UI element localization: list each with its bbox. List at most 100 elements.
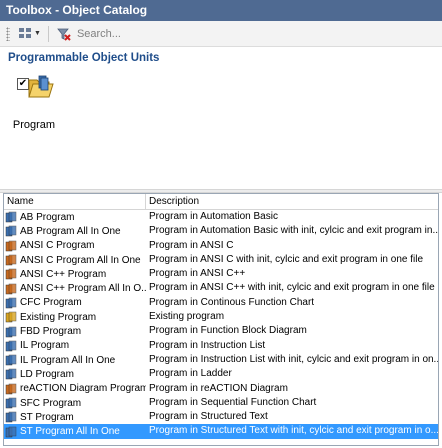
orange-program-icon	[5, 269, 17, 280]
table-row[interactable]: IL Program All In One Program in Instruct…	[4, 353, 438, 367]
cell-description: Program in ANSI C++	[149, 268, 246, 280]
cell-name: LD Program	[4, 367, 146, 381]
search-input[interactable]	[76, 24, 337, 43]
blue-program-icon	[5, 297, 17, 309]
cell-description: Program in ANSI C++ with init, cylcic an…	[149, 282, 435, 294]
table-row[interactable]: ST Program All In One Program in Structur…	[4, 424, 438, 439]
cell-description: Program in Structured Text	[149, 411, 268, 423]
program-list: Name Description AB Program Program in Au…	[3, 193, 439, 446]
chevron-down-icon: ▼	[34, 30, 41, 37]
table-row[interactable]: Existing Program Existing program	[4, 310, 438, 324]
toolbar: ▼	[0, 21, 442, 47]
row-name-label: CFC Program	[20, 297, 82, 309]
cell-description: Program in Automation Basic	[149, 211, 278, 222]
orange-program-icon	[5, 283, 17, 294]
table-row[interactable]: ANSI C Program All In One Program in ANSI…	[4, 253, 438, 267]
cell-name: ST Program All In One	[4, 424, 146, 438]
table-row[interactable]: AB Program All In One Program in Automati…	[4, 224, 438, 238]
toolbar-grip[interactable]	[6, 26, 10, 41]
row-name-label: FBD Program	[20, 326, 82, 338]
cell-name: ST Program	[4, 410, 146, 424]
table-row[interactable]: ST Program Program in Structured Text	[4, 410, 438, 424]
existing-program-icon	[5, 311, 17, 323]
cell-name: ANSI C++ Program All In O...	[4, 281, 146, 295]
view-mode-button[interactable]: ▼	[16, 24, 44, 44]
orange-program-icon	[5, 383, 17, 394]
row-name-label: reACTION Diagram Program	[20, 383, 146, 395]
clear-filter-icon	[57, 28, 71, 41]
row-name-label: SFC Program	[20, 397, 82, 409]
row-name-label: ANSI C Program	[20, 240, 95, 252]
cell-description: Program in Continous Function Chart	[149, 296, 315, 308]
cell-description: Program in Sequential Function Chart	[149, 396, 317, 408]
blue-program-icon	[5, 211, 17, 223]
row-name-label: ST Program All In One	[20, 426, 120, 438]
cell-name: AB Program All In One	[4, 224, 146, 238]
window-title: Toolbox - Object Catalog	[0, 0, 442, 21]
cell-description: Program in ANSI C	[149, 239, 234, 251]
row-name-label: LD Program	[20, 368, 74, 380]
cell-description: Program in Structured Text with init, cy…	[149, 425, 438, 437]
column-header-description[interactable]: Description	[146, 194, 438, 210]
cell-name: ANSI C++ Program	[4, 267, 146, 281]
object-catalog-panel: Programmable Object Units ✔ Program	[0, 47, 442, 189]
cell-description: Program in ANSI C with init, cylcic and …	[149, 253, 423, 265]
table-row[interactable]: LD Program Program in Ladder	[4, 367, 438, 381]
row-name-label: AB Program All In One	[20, 225, 121, 237]
blue-program-icon	[5, 340, 17, 352]
cell-name: IL Program	[4, 339, 146, 353]
row-name-label: ANSI C++ Program	[20, 268, 107, 280]
catalog-item-program[interactable]: ✔ Program	[10, 71, 58, 133]
row-name-label: ST Program	[20, 411, 74, 423]
orange-program-icon	[5, 254, 17, 266]
table-row[interactable]: SFC Program Program in Sequential Functio…	[4, 396, 438, 410]
cell-description: Program in Ladder	[149, 368, 232, 380]
cell-name: Existing Program	[4, 310, 146, 324]
cell-name: ANSI C Program	[4, 239, 146, 253]
group-title: Programmable Object Units	[8, 52, 160, 64]
blue-program-icon	[5, 397, 17, 409]
table-row[interactable]: reACTION Diagram Program Program in reACT…	[4, 382, 438, 396]
view-grid-icon	[19, 27, 32, 40]
blue-program-icon	[5, 354, 17, 366]
orange-program-icon	[5, 240, 17, 251]
blue-program-icon	[5, 412, 17, 423]
clear-filter-button[interactable]	[55, 25, 73, 43]
cell-description: Program in Instruction List with init, c…	[149, 353, 438, 365]
cell-description: Program in Automation Basic with init, c…	[149, 225, 438, 237]
blue-program-icon	[5, 426, 17, 437]
cell-description: Program in reACTION Diagram	[149, 382, 288, 394]
table-row[interactable]: AB Program Program in Automation Basic	[4, 210, 438, 224]
table-row[interactable]: FBD Program Program in Function Block Dia…	[4, 324, 438, 338]
row-name-label: IL Program	[20, 340, 70, 352]
cell-name: ANSI C Program All In One	[4, 253, 146, 267]
toolbar-separator	[47, 25, 49, 42]
cell-name: reACTION Diagram Program	[4, 382, 146, 396]
cell-name: SFC Program	[4, 396, 146, 410]
row-name-label: Existing Program	[20, 311, 97, 323]
row-name-label: ANSI C++ Program All In O...	[20, 283, 146, 295]
cell-description: Program in Instruction List	[149, 339, 266, 351]
table-row[interactable]: IL Program Program in Instruction List	[4, 339, 438, 353]
program-folder-icon	[28, 75, 54, 98]
table-row[interactable]: ANSI C++ Program Program in ANSI C++	[4, 267, 438, 281]
toolbox-window: Toolbox - Object Catalog ▼ Programmable …	[0, 0, 442, 448]
list-rows: AB Program Program in Automation Basic AB …	[4, 210, 438, 439]
table-row[interactable]: CFC Program Program in Continous Function…	[4, 296, 438, 310]
row-name-label: ANSI C Program All In One	[20, 254, 141, 266]
row-name-label: AB Program	[20, 211, 75, 223]
blue-program-icon	[5, 226, 17, 237]
cell-name: CFC Program	[4, 296, 146, 310]
blue-program-icon	[5, 369, 17, 380]
list-header: Name Description	[4, 194, 438, 210]
table-row[interactable]: ANSI C++ Program All In O... Program in A…	[4, 281, 438, 295]
cell-description: Program in Function Block Diagram	[149, 325, 307, 337]
column-header-name[interactable]: Name	[4, 194, 146, 210]
table-row[interactable]: ANSI C Program Program in ANSI C	[4, 239, 438, 253]
cell-description: Existing program	[149, 311, 225, 323]
blue-program-icon	[5, 326, 17, 337]
catalog-item-label: Program	[12, 119, 56, 131]
cell-name: FBD Program	[4, 324, 146, 338]
row-name-label: IL Program All In One	[20, 354, 116, 366]
cell-name: IL Program All In One	[4, 353, 146, 367]
